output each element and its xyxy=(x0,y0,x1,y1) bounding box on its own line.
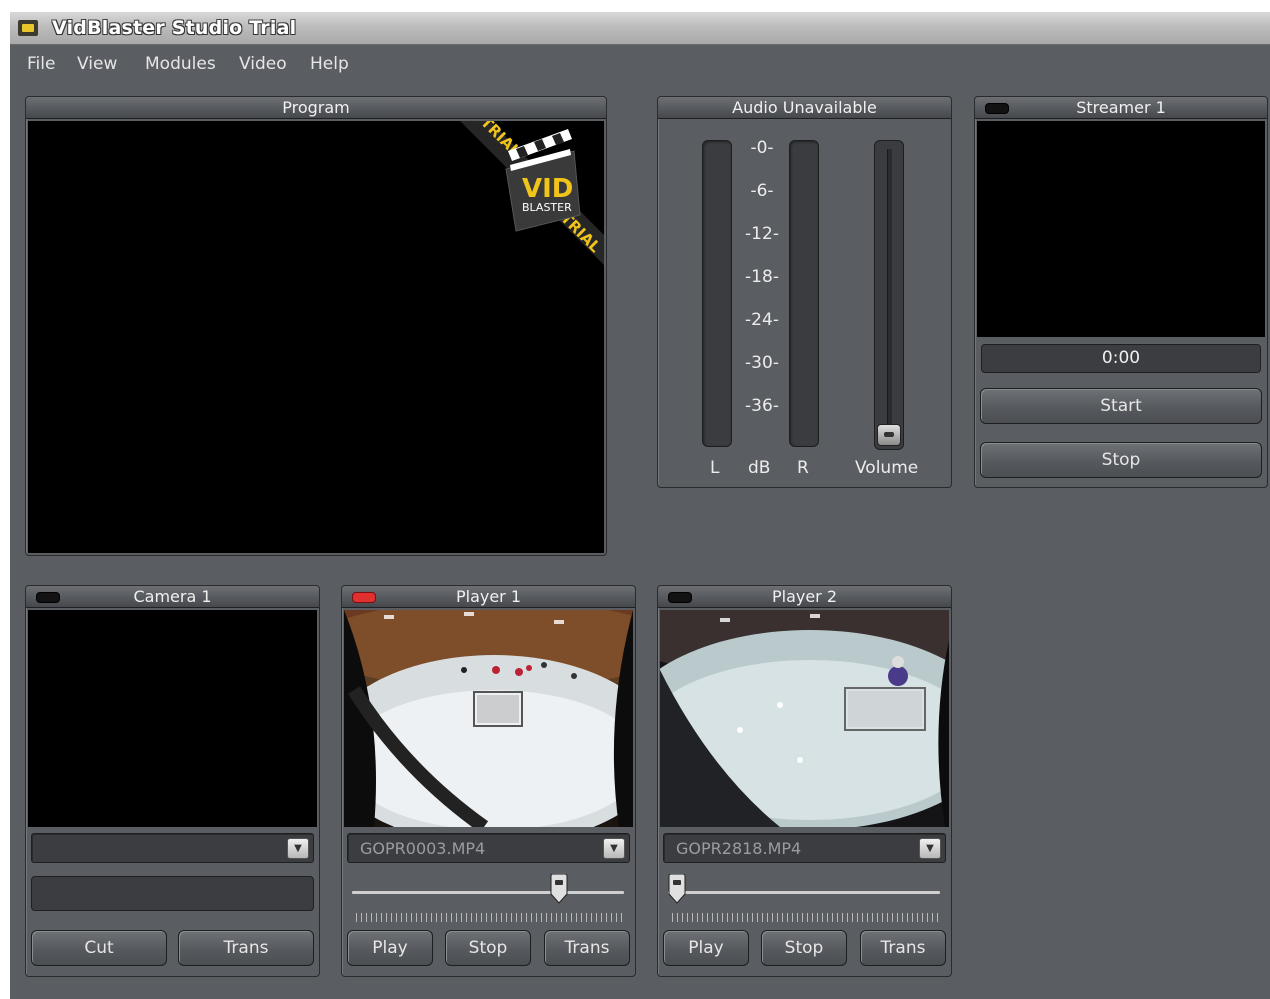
camera-source-dropdown[interactable]: ▼ xyxy=(31,833,314,863)
player1-video-frame xyxy=(344,610,633,827)
player1-file-dropdown[interactable]: GOPR0003.MP4 ▼ xyxy=(347,833,630,863)
volume-label: Volume xyxy=(855,458,919,478)
player1-play-button[interactable]: Play xyxy=(347,930,433,966)
program-preview: TRIAL TRIAL VID BLASTER xyxy=(28,121,604,553)
player2-panel: Player 2 GOPR2818.MP4 ▼ Play Stop Trans xyxy=(657,585,952,977)
player1-preview xyxy=(344,610,633,827)
player2-seek-thumb[interactable] xyxy=(668,874,686,904)
window-title: VidBlaster Studio Trial xyxy=(52,17,297,39)
title-bar: VidBlaster Studio Trial xyxy=(10,12,1270,45)
player2-file-value: GOPR2818.MP4 xyxy=(676,839,802,858)
db-mark-24: -24- xyxy=(745,310,779,330)
menu-file[interactable]: File xyxy=(27,54,55,74)
stream-stop-button[interactable]: Stop xyxy=(980,442,1262,478)
player1-live-led[interactable] xyxy=(352,592,376,603)
player2-preview xyxy=(660,610,949,827)
chevron-down-icon[interactable]: ▼ xyxy=(603,838,625,859)
player2-file-dropdown[interactable]: GOPR2818.MP4 ▼ xyxy=(663,833,946,863)
db-mark-30: -30- xyxy=(745,353,779,373)
left-channel-label: L xyxy=(710,458,720,478)
db-mark-0: -0- xyxy=(750,138,774,158)
program-title: Program xyxy=(26,97,606,119)
player1-seek-thumb[interactable] xyxy=(550,874,568,904)
chevron-down-icon[interactable]: ▼ xyxy=(919,838,941,859)
streamer-led[interactable] xyxy=(985,103,1009,114)
camera-preview xyxy=(28,610,317,827)
player2-seek-ticks xyxy=(672,913,938,922)
streamer-panel: Streamer 1 0:00 Start Stop xyxy=(974,96,1268,488)
player1-seek-track[interactable] xyxy=(352,891,624,894)
player2-seek-track[interactable] xyxy=(668,891,940,894)
stream-start-button[interactable]: Start xyxy=(980,388,1262,424)
camera-trans-button[interactable]: Trans xyxy=(178,930,314,966)
stream-timer: 0:00 xyxy=(981,344,1261,373)
camera-title-text: Camera 1 xyxy=(133,587,212,606)
left-level-meter xyxy=(702,140,732,447)
volume-thumb[interactable] xyxy=(877,424,901,446)
player1-stop-button[interactable]: Stop xyxy=(445,930,531,966)
player2-video-frame xyxy=(660,610,949,827)
player1-file-value: GOPR0003.MP4 xyxy=(360,839,486,858)
db-mark-36: -36- xyxy=(745,396,779,416)
camera-cut-button[interactable]: Cut xyxy=(31,930,167,966)
audio-panel: Audio Unavailable -0- -6- -12- -18- -24-… xyxy=(657,96,952,488)
db-mark-6: -6- xyxy=(750,181,774,201)
player2-trans-button[interactable]: Trans xyxy=(860,930,946,966)
player1-trans-button[interactable]: Trans xyxy=(544,930,630,966)
trial-watermark: TRIAL TRIAL VID BLASTER xyxy=(460,121,604,265)
camera-led[interactable] xyxy=(36,592,60,603)
logo-vid-text: VID xyxy=(522,174,573,204)
menu-video[interactable]: Video xyxy=(239,54,287,74)
app-window: VidBlaster Studio Trial File View Module… xyxy=(10,12,1270,999)
camera-info-field xyxy=(31,876,314,911)
player1-title-text: Player 1 xyxy=(455,587,522,606)
logo-blaster-text: BLASTER xyxy=(522,201,572,214)
right-level-meter xyxy=(789,140,819,447)
db-unit-label: dB xyxy=(748,458,771,478)
right-channel-label: R xyxy=(797,458,809,478)
camera-title: Camera 1 xyxy=(26,586,319,608)
db-mark-12: -12- xyxy=(745,224,779,244)
menu-bar: File View Modules Video Help xyxy=(10,48,1270,78)
db-mark-18: -18- xyxy=(745,267,779,287)
player2-title-text: Player 2 xyxy=(771,587,838,606)
menu-modules[interactable]: Modules xyxy=(145,54,216,74)
app-icon xyxy=(18,20,38,36)
player1-seek-ticks xyxy=(356,913,622,922)
player2-play-button[interactable]: Play xyxy=(663,930,749,966)
audio-title: Audio Unavailable xyxy=(658,97,951,119)
streamer-title-text: Streamer 1 xyxy=(1076,98,1166,117)
chevron-down-icon[interactable]: ▼ xyxy=(287,838,309,859)
player2-stop-button[interactable]: Stop xyxy=(761,930,847,966)
player2-title: Player 2 xyxy=(658,586,951,608)
program-panel: Program TRIAL TRIAL VID BLASTER xyxy=(25,96,607,556)
menu-view[interactable]: View xyxy=(77,54,117,74)
player1-panel: Player 1 GOPR0003.MP4 ▼ Play Stop Trans xyxy=(341,585,636,977)
player2-led[interactable] xyxy=(668,592,692,603)
streamer-preview xyxy=(977,121,1265,337)
menu-help[interactable]: Help xyxy=(310,54,349,74)
camera-panel: Camera 1 ▼ Cut Trans xyxy=(25,585,320,977)
volume-slider[interactable] xyxy=(874,140,904,450)
streamer-title: Streamer 1 xyxy=(975,97,1267,119)
player1-title: Player 1 xyxy=(342,586,635,608)
